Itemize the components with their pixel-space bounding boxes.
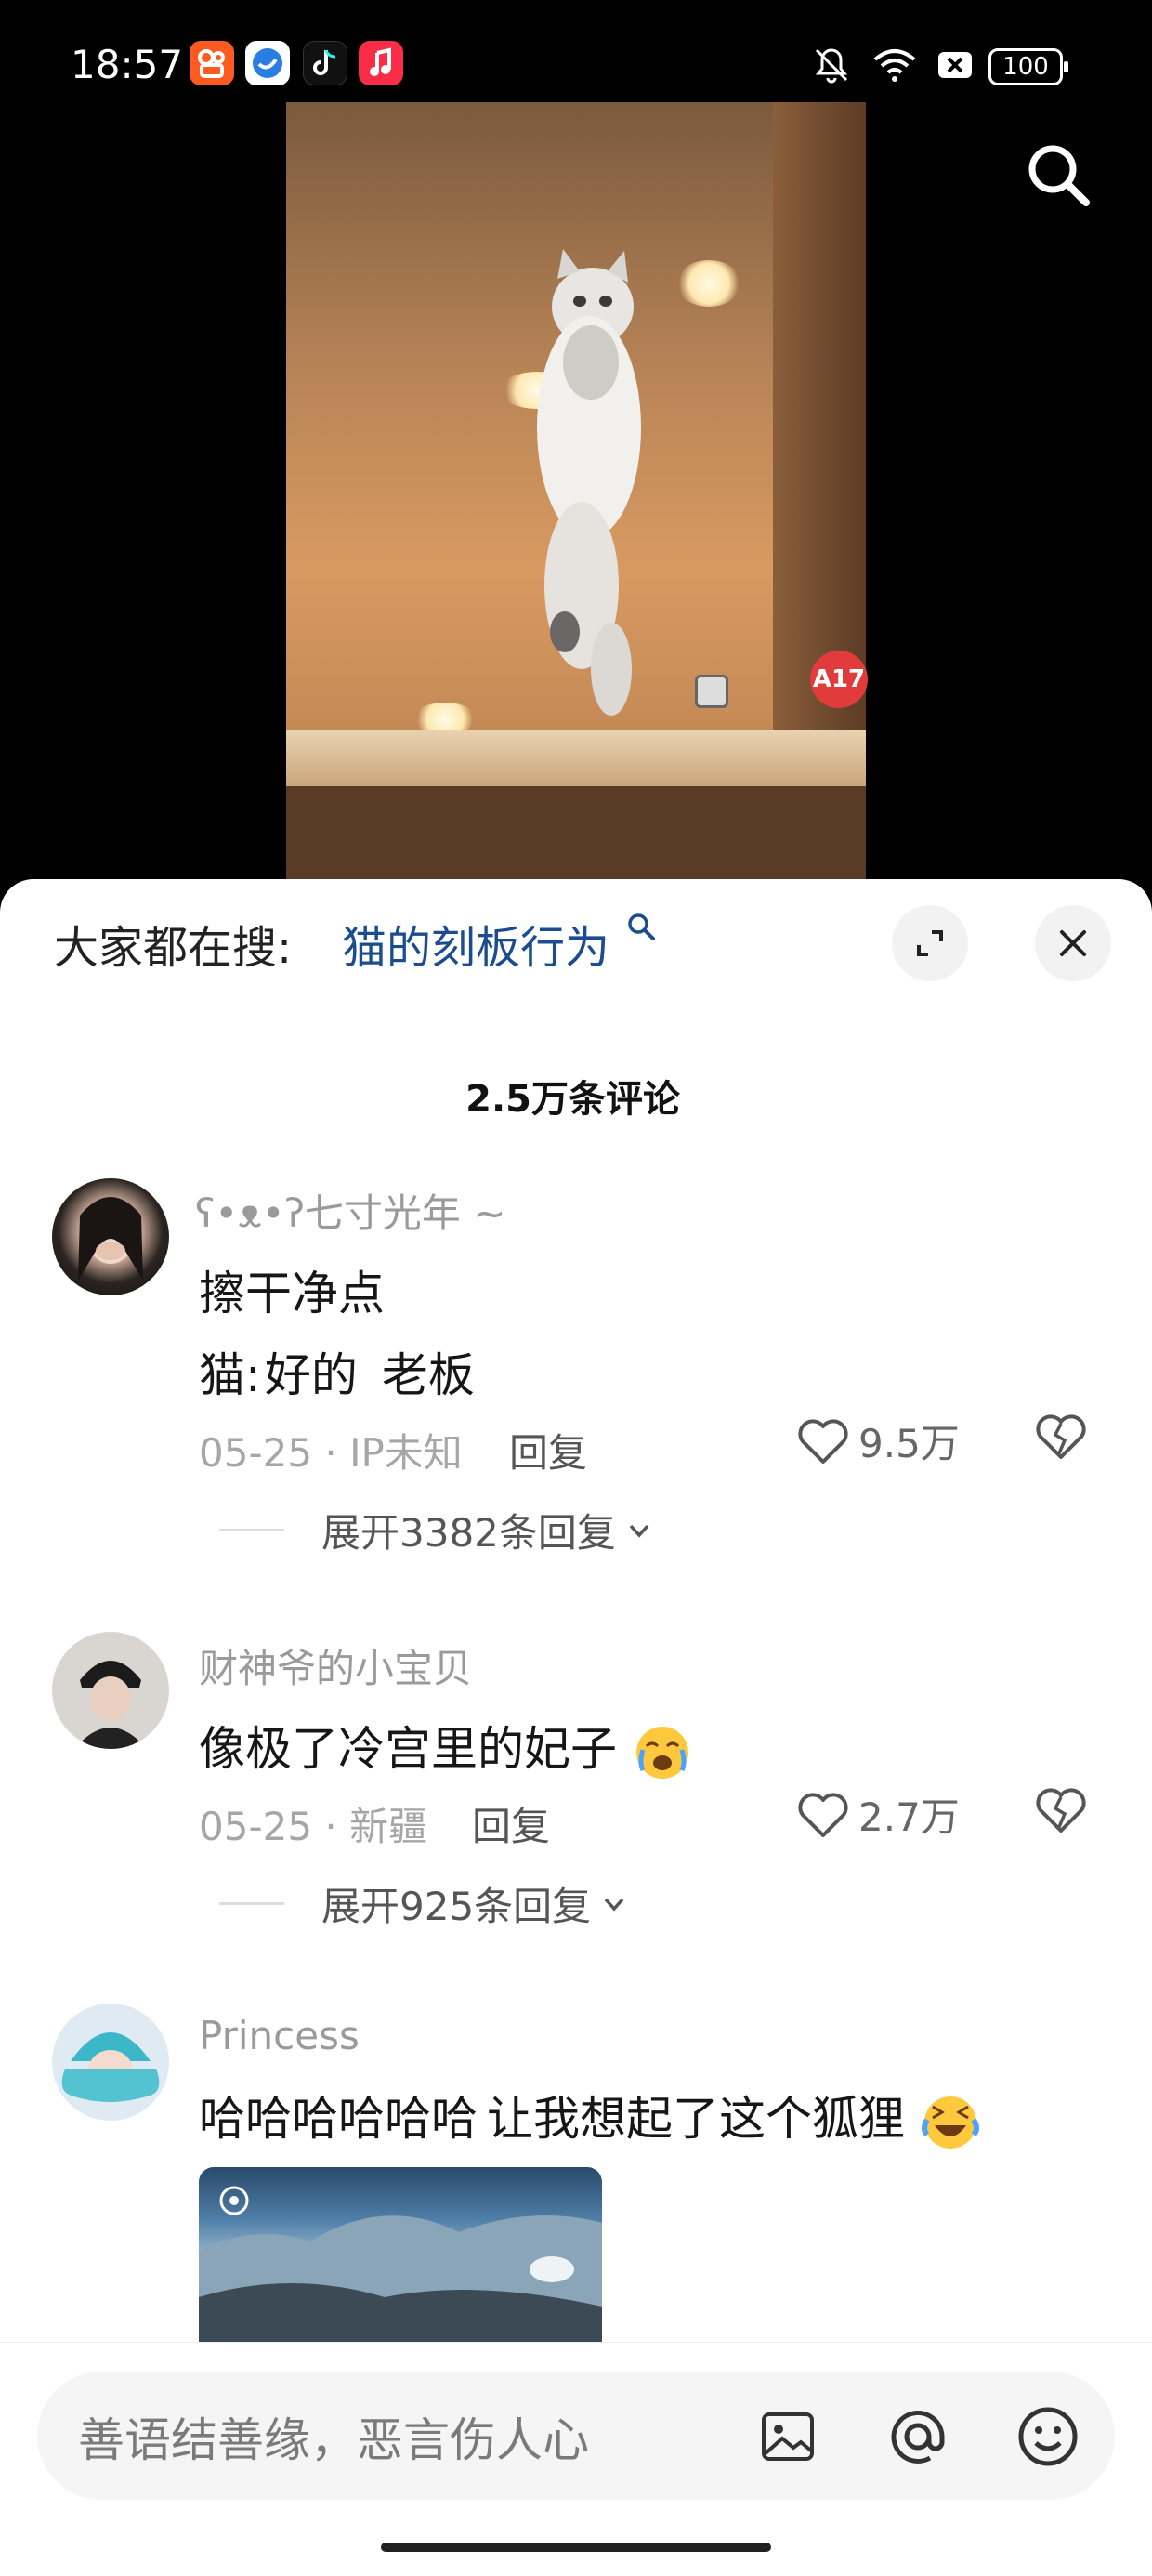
video-shelf [286, 730, 866, 786]
comment-date-location: 05-25 · 新疆 [199, 1804, 428, 1849]
comment-username[interactable]: 财神爷的小宝贝 [199, 1637, 472, 1694]
comment-text-prefix: 猫: [199, 1348, 261, 1402]
comment-text-part: 这 [719, 2092, 766, 2146]
search-button[interactable] [1009, 130, 1107, 219]
comment-text-body: 像极了冷宫里的妃子 [199, 1722, 617, 1776]
broken-heart-icon [1036, 1788, 1086, 1833]
like-count: 9.5万 [858, 1421, 960, 1466]
search-icon [628, 913, 656, 940]
chevron-down-icon [629, 1524, 649, 1538]
comment-date-location: 05-25 · IP未知 [199, 1430, 463, 1476]
reply-button[interactable]: 回复 [509, 1422, 587, 1479]
avatar[interactable] [52, 2004, 169, 2121]
comment-text-highlight: 好的 [264, 1348, 358, 1402]
expand-replies-label: 展开3382条回复 [321, 1510, 616, 1556]
close-sheet-button[interactable] [1035, 905, 1111, 981]
divider [219, 1902, 284, 1905]
emoji-button[interactable] [1011, 2399, 1085, 2474]
image-button[interactable] [751, 2399, 825, 2474]
like-button[interactable]: 2.7万 [797, 1786, 960, 1843]
mention-button[interactable] [881, 2399, 955, 2474]
avatar[interactable] [52, 1178, 169, 1295]
expand-icon [917, 930, 943, 956]
mute-icon [803, 37, 860, 93]
heart-icon [798, 1418, 848, 1464]
battery-indicator: 100 [988, 48, 1068, 85]
tiktok-app-icon [303, 41, 347, 85]
comment-text: 猫:好的 老板 [199, 1338, 475, 1405]
expand-replies[interactable]: 展开925条回复 [219, 1875, 628, 1932]
app-root: 18:57 100 A17 大家都在搜: 猫的刻板行为 2.5万条评论 ʕ•ᴥ•… [0, 0, 1152, 2576]
a17-badge[interactable]: A17 [810, 651, 868, 708]
comment-count: 2.5万条评论 [465, 1078, 680, 1121]
video-light [676, 260, 741, 307]
smiley-icon [1018, 2407, 1078, 2466]
comment-username[interactable]: Princess [199, 2013, 360, 2058]
expand-replies-label: 展开925条回复 [321, 1884, 592, 1929]
comment-text: 哈哈哈哈哈哈 让我想起了这个狐狸 [199, 2082, 981, 2153]
clock: 18:57 [71, 42, 184, 87]
sim-off-icon [929, 37, 981, 93]
comment-text-part: 个狐狸 [766, 2092, 905, 2146]
comment-text-part: 让我想起了 [487, 2092, 719, 2146]
video-cabinet [286, 786, 866, 879]
video-player[interactable] [286, 102, 866, 879]
close-icon [1060, 930, 1086, 956]
home-indicator[interactable] [381, 2543, 771, 2552]
at-icon [891, 2411, 945, 2464]
comment-username[interactable]: ʕ•ᴥ•ʔ七寸光年 ~ [195, 1182, 505, 1239]
cat-figure [537, 249, 641, 716]
comment-text-part: 哈哈哈哈哈哈 [199, 2092, 478, 2146]
video-background [773, 102, 866, 827]
kuaishou-app-icon [190, 41, 234, 85]
comment-text: 擦干净点 [199, 1267, 385, 1321]
crying-emoji-icon [635, 1726, 688, 1779]
search-icon [1028, 145, 1090, 206]
trending-query: 猫的刻板行为 [342, 922, 610, 974]
comment-text: 像极了冷宫里的妃子 [199, 1712, 693, 1783]
image-icon [762, 2412, 814, 2461]
trending-label: 大家都在搜: [54, 922, 293, 974]
music-app-icon [359, 41, 403, 85]
comment-input-placeholder: 善语结善缘，恶言伤人心 [78, 2413, 589, 2467]
reply-button[interactable]: 回复 [472, 1795, 550, 1852]
comment-image[interactable] [199, 2167, 602, 2344]
video-object [695, 675, 728, 708]
like-button[interactable]: 9.5万 [797, 1413, 960, 1469]
status-bar: 18:57 100 [0, 0, 1152, 102]
wifi-icon [866, 37, 923, 93]
like-count: 2.7万 [858, 1794, 960, 1840]
expand-sheet-button[interactable] [892, 905, 968, 981]
bird-app-icon [245, 41, 290, 85]
avatar[interactable] [52, 1632, 169, 1749]
heart-icon [798, 1792, 848, 1837]
expand-replies[interactable]: 展开3382条回复 [219, 1502, 653, 1558]
broken-heart-icon [1036, 1414, 1086, 1459]
chevron-down-icon [604, 1898, 624, 1912]
divider [219, 1529, 284, 1531]
dislike-button[interactable] [1035, 1786, 1087, 1838]
laughing-tears-emoji-icon [921, 2096, 979, 2149]
comment-text-suffix: 老板 [381, 1348, 475, 1402]
trending-search-link[interactable]: 猫的刻板行为 [342, 911, 657, 976]
dislike-button[interactable] [1035, 1413, 1087, 1465]
